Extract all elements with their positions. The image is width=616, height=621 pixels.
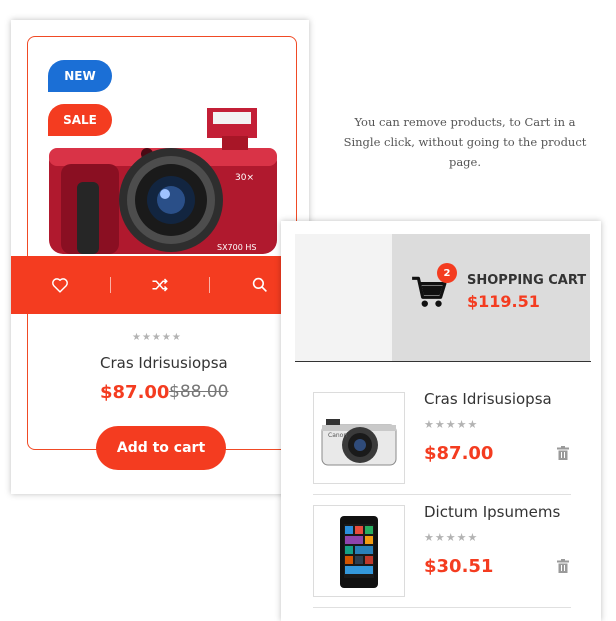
product-image-camera[interactable]: 30× SX700 HS: [47, 104, 279, 254]
trash-icon[interactable]: [557, 446, 569, 460]
shuffle-icon: [152, 278, 168, 292]
cart-item-rating: ★★★★★: [424, 418, 479, 431]
add-to-cart-button[interactable]: Add to cart: [96, 426, 226, 470]
camera-thumbnail-image: Canon: [321, 419, 397, 466]
product-price: $87.00: [100, 382, 170, 403]
cart-item-price: $87.00: [424, 443, 494, 464]
feature-description: You can remove products, to Cart in a Si…: [343, 115, 587, 169]
compare-button[interactable]: [111, 256, 210, 314]
cart-item-thumbnail[interactable]: [313, 505, 405, 597]
product-name[interactable]: Cras Idrisusiopsa: [100, 354, 228, 372]
cart-item-name[interactable]: Dictum Ipsumems: [424, 503, 560, 521]
wishlist-button[interactable]: [11, 256, 110, 314]
cart-item-divider: [313, 494, 571, 495]
cart-item-thumbnail[interactable]: Canon: [313, 392, 405, 484]
phone-thumbnail-image: [340, 516, 378, 588]
cart-title: SHOPPING CART: [467, 273, 587, 288]
cart-total: $119.51: [467, 292, 540, 311]
svg-text:Canon: Canon: [328, 432, 347, 439]
svg-text:30×: 30×: [235, 173, 254, 183]
new-badge: NEW: [48, 60, 112, 92]
cart-header-divider: [295, 361, 591, 362]
cart-item-divider: [313, 607, 571, 608]
heart-icon: [52, 278, 69, 293]
product-card: NEW SALE 30× SX700 HS ★★★★★ Cras Idrisus…: [11, 20, 309, 494]
product-action-bar: [11, 256, 309, 314]
cart-item-price: $30.51: [424, 556, 494, 577]
rating-stars: ★★★★★: [132, 332, 182, 343]
cart-count-badge: 2: [437, 263, 457, 283]
product-old-price: $88.00: [169, 382, 229, 402]
cart-item-rating: ★★★★★: [424, 531, 479, 544]
trash-icon[interactable]: [557, 559, 569, 573]
mini-cart-panel: 2 SHOPPING CART $119.51 Canon Cras Idris…: [281, 221, 601, 621]
search-icon: [252, 277, 267, 292]
svg-text:SX700 HS: SX700 HS: [217, 243, 256, 252]
cart-header-left: [295, 234, 392, 361]
cart-item-name[interactable]: Cras Idrisusiopsa: [424, 390, 552, 408]
